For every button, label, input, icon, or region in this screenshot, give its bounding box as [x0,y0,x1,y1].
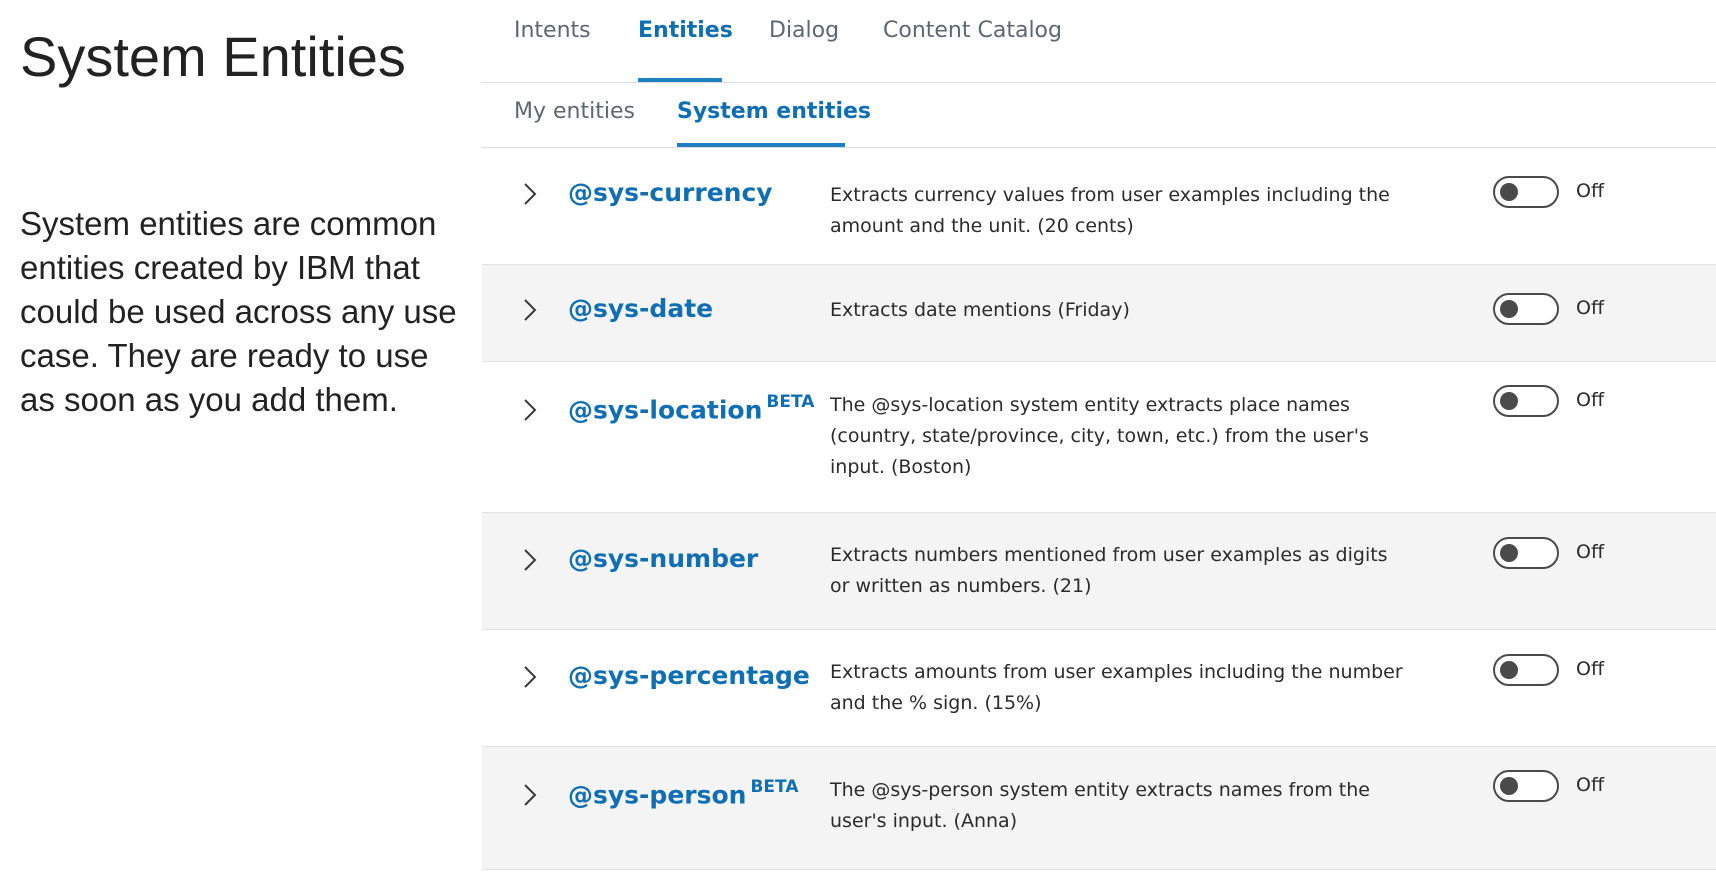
beta-badge: BETA [766,392,815,412]
entity-name: @sys-location BETA [568,392,815,425]
entity-row-sys-number: @sys-number Extracts numbers mentioned f… [482,513,1716,630]
toggle-knob [1500,300,1518,318]
entity-row-sys-person: @sys-person BETA The @sys-person system e… [482,747,1716,870]
entity-row-sys-location: @sys-location BETA The @sys-location syst… [482,362,1716,513]
chevron-right-icon[interactable] [522,783,538,807]
toggle-status-label: Off [1576,658,1605,680]
entity-toggle[interactable] [1493,770,1559,802]
toggle-knob [1500,183,1518,201]
chevron-right-icon[interactable] [522,398,538,422]
tab-intents[interactable]: Intents [514,18,591,82]
slide-description: System entities are common entities crea… [20,205,457,418]
primary-tab-bar: Intents Entities Dialog Content Catalog [482,0,1716,83]
toggle-status-label: Off [1576,389,1605,411]
toggle-status-label: Off [1576,297,1605,319]
toggle-knob [1500,661,1518,679]
entity-row-sys-percentage: @sys-percentage Extracts amounts from us… [482,630,1716,747]
chevron-right-icon[interactable] [522,548,538,572]
beta-badge: BETA [750,777,799,797]
entity-row-sys-date: @sys-date Extracts date mentions (Friday… [482,265,1716,362]
entity-description: The @sys-location system entity extracts… [830,394,1369,478]
tab-my-entities[interactable]: My entities [514,99,635,147]
entity-toggle[interactable] [1493,176,1559,208]
tab-content-catalog[interactable]: Content Catalog [883,18,1062,82]
entity-name: @sys-number [568,544,759,573]
toggle-knob [1500,544,1518,562]
chevron-right-icon[interactable] [522,182,538,206]
entity-description: Extracts numbers mentioned from user exa… [830,544,1388,597]
entity-description: Extracts amounts from user examples incl… [830,661,1403,714]
secondary-tab-bar: My entities System entities [482,83,1716,148]
entity-description: The @sys-person system entity extracts n… [830,779,1370,832]
chevron-right-icon[interactable] [522,665,538,689]
tab-entities[interactable]: Entities [638,18,733,82]
entity-name: @sys-percentage [568,661,810,690]
entity-description: Extracts currency values from user examp… [830,184,1390,237]
tab-system-entities[interactable]: System entities [677,99,871,147]
entity-toggle[interactable] [1493,293,1559,325]
entity-row-sys-currency: @sys-currency Extracts currency values f… [482,148,1716,265]
entity-toggle[interactable] [1493,385,1559,417]
toggle-status-label: Off [1576,774,1605,796]
chevron-right-icon[interactable] [522,298,538,322]
entity-name: @sys-currency [568,178,773,207]
entity-description: Extracts date mentions (Friday) [830,299,1130,321]
entity-toggle[interactable] [1493,654,1559,686]
system-entity-list: @sys-currency Extracts currency values f… [482,148,1716,870]
toggle-status-label: Off [1576,541,1605,563]
entity-name: @sys-date [568,294,714,323]
entity-name: @sys-person BETA [568,777,799,810]
slide-title: System Entities [20,25,406,88]
entity-toggle[interactable] [1493,537,1559,569]
toggle-knob [1500,392,1518,410]
toggle-status-label: Off [1576,180,1605,202]
watson-assistant-panel: Intents Entities Dialog Content Catalog … [482,0,1716,876]
tab-dialog[interactable]: Dialog [769,18,839,82]
toggle-knob [1500,777,1518,795]
